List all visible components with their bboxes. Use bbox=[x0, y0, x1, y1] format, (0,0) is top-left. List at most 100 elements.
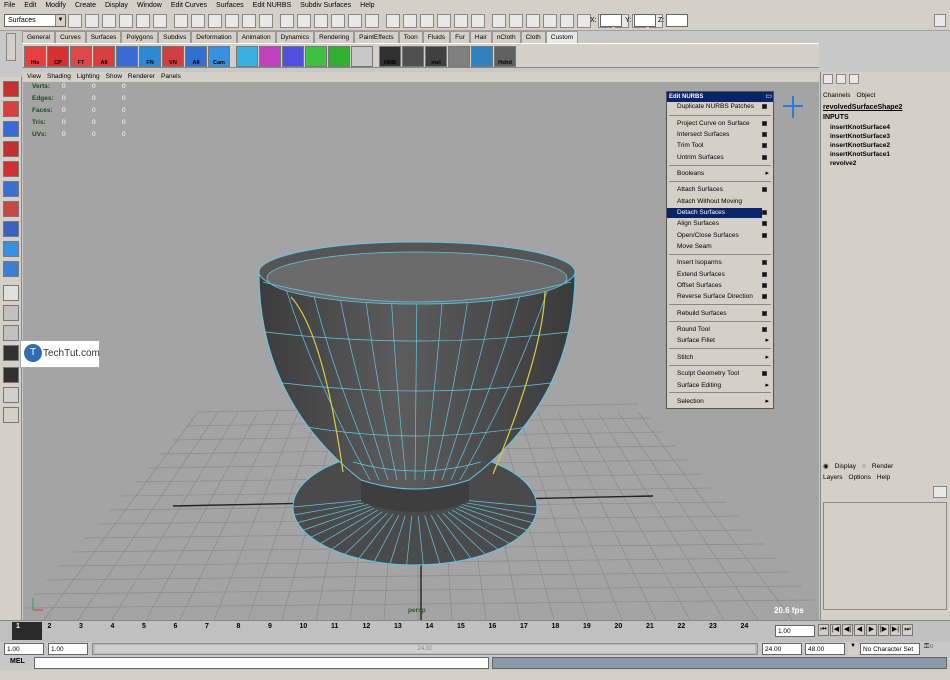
viewport-menu-show[interactable]: Show bbox=[106, 72, 122, 82]
tab-animation[interactable]: Animation bbox=[236, 31, 276, 43]
tab-fluids[interactable]: Fluids bbox=[422, 31, 451, 43]
menu-item-extend-surfaces[interactable]: Extend Surfaces bbox=[677, 270, 725, 280]
shelf-button[interactable] bbox=[351, 46, 373, 67]
y-field[interactable] bbox=[634, 14, 656, 27]
status-tool-icon[interactable] bbox=[577, 14, 591, 28]
tab-curves[interactable]: Curves bbox=[55, 31, 86, 43]
playback-start-field[interactable]: 1.00 bbox=[48, 643, 88, 655]
end-time-field[interactable]: 48.00 bbox=[805, 643, 845, 655]
tab-painteffects[interactable]: PaintEffects bbox=[354, 31, 399, 43]
range-handle[interactable]: 24.00 bbox=[95, 645, 755, 653]
shelf-button[interactable]: mel bbox=[425, 46, 447, 67]
status-tool-icon[interactable] bbox=[386, 14, 400, 28]
layer-icon[interactable] bbox=[836, 74, 846, 84]
shelf-menu-icon[interactable] bbox=[6, 33, 16, 61]
option-box-icon[interactable] bbox=[762, 121, 767, 126]
tearoff-icon[interactable]: ▭ bbox=[765, 92, 772, 101]
menu-edit[interactable]: Edit bbox=[24, 2, 36, 9]
menu-item-stitch[interactable]: Stitch bbox=[677, 353, 693, 363]
tool-icon[interactable] bbox=[3, 201, 19, 217]
status-tool-icon[interactable] bbox=[348, 14, 362, 28]
tab-toon[interactable]: Toon bbox=[398, 31, 423, 43]
z-field[interactable] bbox=[666, 14, 688, 27]
menu-item-duplicate-nurbs-patches[interactable]: Duplicate NURBS Patches bbox=[677, 102, 754, 112]
tab-cloth[interactable]: Cloth bbox=[520, 31, 546, 43]
render-radio[interactable]: ○ bbox=[862, 463, 866, 470]
tool-icon[interactable] bbox=[3, 81, 19, 97]
start-time-field[interactable]: 1.00 bbox=[4, 643, 44, 655]
layer-menu-help[interactable]: Help bbox=[877, 474, 890, 481]
menu-display[interactable]: Display bbox=[105, 2, 128, 9]
option-box-icon[interactable] bbox=[762, 143, 767, 148]
node-name[interactable]: revolvedSurfaceShape2 bbox=[823, 104, 902, 111]
status-tool-icon[interactable] bbox=[191, 14, 205, 28]
menu-item-rebuild-surfaces[interactable]: Rebuild Surfaces bbox=[677, 309, 727, 319]
range-slider[interactable]: 24.00 bbox=[92, 643, 758, 655]
tool-icon[interactable] bbox=[3, 121, 19, 137]
input-node[interactable]: insertKnotSurface2 bbox=[830, 142, 890, 149]
menu-item-project-curve-on-surface[interactable]: Project Curve on Surface bbox=[677, 119, 750, 129]
menu-help[interactable]: Help bbox=[360, 2, 374, 9]
menu-surfaces[interactable]: Surfaces bbox=[216, 2, 244, 9]
status-tool-icon[interactable] bbox=[85, 14, 99, 28]
tab-fur[interactable]: Fur bbox=[450, 31, 470, 43]
panel-toggle-icon[interactable] bbox=[934, 14, 946, 27]
status-tool-icon[interactable] bbox=[68, 14, 82, 28]
status-tool-icon[interactable] bbox=[471, 14, 485, 28]
shelf-button[interactable]: HRB bbox=[379, 46, 401, 67]
status-tool-icon[interactable] bbox=[560, 14, 574, 28]
shelf-button[interactable]: All bbox=[93, 46, 115, 67]
option-box-icon[interactable] bbox=[762, 327, 767, 332]
shelf-button[interactable] bbox=[116, 46, 138, 67]
tool-icon[interactable] bbox=[3, 221, 19, 237]
status-tool-icon[interactable] bbox=[314, 14, 328, 28]
option-box-icon[interactable] bbox=[762, 210, 767, 215]
chevron-down-icon[interactable]: ▼ bbox=[848, 643, 858, 655]
shelf-button[interactable]: His bbox=[24, 46, 46, 67]
layer-menu-options[interactable]: Options bbox=[849, 474, 871, 481]
tab-ncloth[interactable]: nCloth bbox=[491, 31, 521, 43]
shelf-button[interactable] bbox=[305, 46, 327, 67]
status-tool-icon[interactable] bbox=[280, 14, 294, 28]
menu-subdiv-surfaces[interactable]: Subdiv Surfaces bbox=[300, 2, 351, 9]
channel-tab-object[interactable]: Object bbox=[856, 92, 875, 99]
status-tool-icon[interactable] bbox=[492, 14, 506, 28]
shelf-button[interactable] bbox=[259, 46, 281, 67]
option-box-icon[interactable] bbox=[762, 132, 767, 137]
shelf-button[interactable] bbox=[328, 46, 350, 67]
tab-subdivs[interactable]: Subdivs bbox=[158, 31, 192, 43]
menu-file[interactable]: File bbox=[4, 2, 15, 9]
menu-item-round-tool[interactable]: Round Tool bbox=[677, 325, 710, 335]
status-tool-icon[interactable] bbox=[420, 14, 434, 28]
tool-icon[interactable] bbox=[3, 181, 19, 197]
shelf-button[interactable] bbox=[282, 46, 304, 67]
menu-item-move-seam[interactable]: Move Seam bbox=[677, 242, 712, 252]
status-tool-icon[interactable] bbox=[403, 14, 417, 28]
option-box-icon[interactable] bbox=[762, 155, 767, 160]
display-radio[interactable]: ◉ bbox=[823, 462, 829, 470]
shelf-button[interactable] bbox=[236, 46, 258, 67]
key-icon[interactable]: ⚿○ bbox=[924, 643, 946, 655]
shelf-button[interactable]: FT bbox=[70, 46, 92, 67]
tool-icon[interactable] bbox=[3, 325, 19, 341]
status-tool-icon[interactable] bbox=[242, 14, 256, 28]
command-input[interactable] bbox=[34, 657, 489, 669]
shelf-button[interactable]: FN bbox=[139, 46, 161, 67]
new-layer-icon[interactable] bbox=[933, 486, 947, 498]
menu-item-offset-surfaces[interactable]: Offset Surfaces bbox=[677, 281, 722, 291]
input-node[interactable]: insertKnotSurface3 bbox=[830, 133, 890, 140]
status-tool-icon[interactable] bbox=[136, 14, 150, 28]
option-box-icon[interactable] bbox=[762, 187, 767, 192]
play-back-icon[interactable]: ◀ bbox=[854, 624, 865, 636]
option-box-icon[interactable] bbox=[762, 233, 767, 238]
option-box-icon[interactable] bbox=[762, 371, 767, 376]
tab-surfaces[interactable]: Surfaces bbox=[85, 31, 122, 43]
step-back-key-icon[interactable]: |◀ bbox=[830, 624, 841, 636]
tool-icon[interactable] bbox=[3, 261, 19, 277]
shelf-button[interactable] bbox=[471, 46, 493, 67]
viewport-menu-panels[interactable]: Panels bbox=[161, 72, 181, 82]
step-back-icon[interactable]: ◀| bbox=[842, 624, 853, 636]
shelf-button[interactable]: CP bbox=[47, 46, 69, 67]
channel-icon[interactable] bbox=[823, 74, 833, 84]
tool-icon[interactable] bbox=[3, 141, 19, 157]
